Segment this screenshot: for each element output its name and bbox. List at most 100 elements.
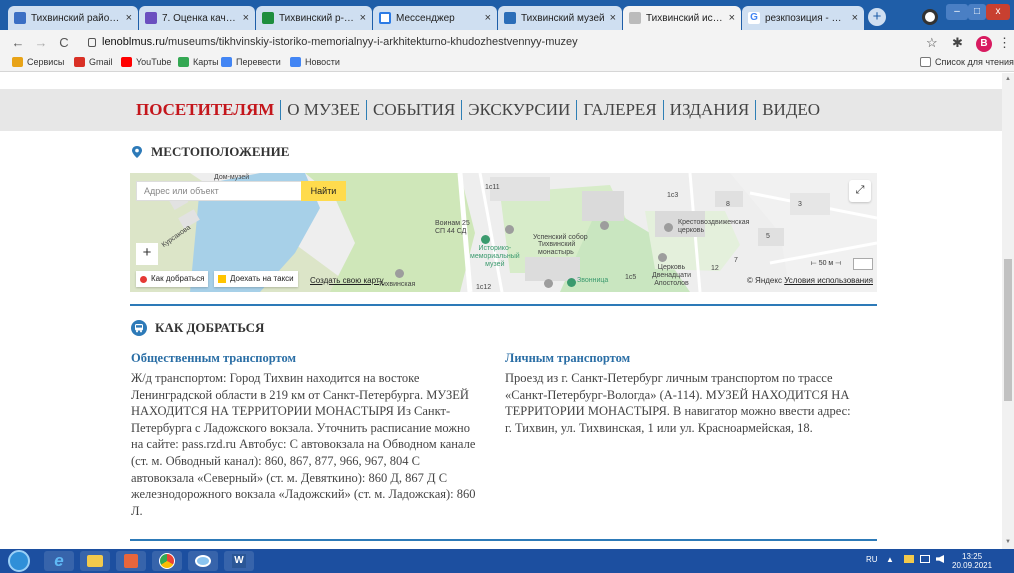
- museum-marker-icon[interactable]: [567, 278, 576, 287]
- explorer-folder-icon[interactable]: [80, 551, 110, 571]
- create-map-link[interactable]: Создать свою карту: [310, 276, 384, 285]
- bookmark-services[interactable]: Сервисы: [12, 57, 64, 67]
- private-transport-title: Личным транспортом: [505, 351, 631, 365]
- tab-4[interactable]: Мессенджер ×: [373, 6, 497, 30]
- ie-glyph: e: [54, 551, 64, 570]
- minimize-button[interactable]: –: [946, 4, 968, 20]
- tab-2[interactable]: 7. Оценка качества о ×: [139, 6, 255, 30]
- route-pin-icon: [140, 275, 147, 283]
- church-marker-icon[interactable]: [395, 269, 404, 278]
- forward-arrow-icon[interactable]: →: [33, 35, 49, 50]
- word-icon[interactable]: W: [224, 551, 254, 571]
- close-icon[interactable]: ×: [126, 12, 132, 24]
- menu-item-excursions[interactable]: ЭКСКУРСИИ: [462, 100, 576, 120]
- tab-5[interactable]: Тихвинский музей ×: [498, 6, 622, 30]
- bookmark-gmail[interactable]: Gmail: [74, 57, 113, 67]
- profile-icon[interactable]: [922, 9, 938, 25]
- ie-icon[interactable]: e: [44, 551, 74, 571]
- tab-label: Тихвинский район –: [31, 12, 122, 24]
- vk-favicon-icon: [504, 12, 516, 24]
- address-bar[interactable]: lenoblmus.ru/museums/tikhvinskiy-istorik…: [102, 36, 578, 48]
- church-marker-icon[interactable]: [505, 225, 514, 234]
- maximize-button[interactable]: □: [968, 4, 986, 20]
- route-button[interactable]: Как добраться: [136, 271, 209, 287]
- start-button[interactable]: [8, 550, 30, 572]
- bookmark-youtube[interactable]: YouTube: [121, 57, 171, 67]
- messenger-glyph: [195, 555, 211, 567]
- map-label: Воинам 25 СП 44 СД: [435, 220, 470, 235]
- scroll-down-icon[interactable]: ▼: [1005, 539, 1011, 545]
- menu-item-about[interactable]: О МУЗЕЕ: [281, 100, 366, 120]
- tab-label: Тихвинский музей: [521, 12, 605, 24]
- museum-marker-icon[interactable]: [481, 235, 490, 244]
- yandex-map[interactable]: Дом-музей Курсакова Воинам 25 СП 44 СД У…: [130, 173, 877, 292]
- reading-list-button[interactable]: Список для чтения: [920, 57, 1014, 67]
- flag-icon[interactable]: [904, 555, 914, 563]
- map-label: Тихвинский монастырь: [538, 241, 576, 256]
- tab-1[interactable]: Тихвинский район – ×: [8, 6, 138, 30]
- map-zoom-in-button[interactable]: +: [136, 243, 158, 265]
- close-icon[interactable]: ×: [243, 12, 249, 24]
- map-label: 8: [726, 201, 730, 208]
- menu-item-visitors[interactable]: ПОСЕТИТЕЛЯМ: [136, 100, 280, 120]
- tab-7[interactable]: G резкпозиция - Поиск ×: [742, 6, 864, 30]
- bookmark-translate[interactable]: Перевести: [221, 57, 281, 67]
- outlook-icon[interactable]: [116, 551, 146, 571]
- close-icon[interactable]: ×: [852, 12, 858, 24]
- url-host: lenoblmus.ru: [102, 36, 165, 48]
- map-label: 1с11: [485, 184, 500, 191]
- church-marker-icon[interactable]: [664, 223, 673, 232]
- language-indicator[interactable]: RU: [866, 555, 878, 564]
- scroll-up-icon[interactable]: ▲: [1005, 76, 1011, 82]
- map-label: 1с12: [476, 284, 492, 291]
- map-find-button[interactable]: Найти: [301, 181, 346, 201]
- scrollbar-thumb[interactable]: [1004, 259, 1012, 401]
- taxi-button[interactable]: Доехать на такси: [214, 271, 298, 287]
- ruler-icon[interactable]: [853, 258, 873, 270]
- close-window-button[interactable]: x: [986, 4, 1010, 20]
- bookmark-label: Gmail: [89, 57, 113, 67]
- extensions-icon[interactable]: ✱: [952, 35, 963, 51]
- menu-icon[interactable]: ⋮: [998, 35, 1011, 51]
- bus-icon: [131, 320, 147, 336]
- reload-icon[interactable]: C: [56, 35, 72, 50]
- menu-item-video[interactable]: ВИДЕО: [756, 100, 826, 120]
- map-label: 12: [711, 265, 719, 272]
- volume-icon[interactable]: [936, 555, 944, 563]
- bookmark-maps[interactable]: Карты: [178, 57, 219, 67]
- tab-3[interactable]: Тихвинский р-н.xlsx – ×: [256, 6, 372, 30]
- bookmark-news[interactable]: Новости: [290, 57, 340, 67]
- back-arrow-icon[interactable]: ←: [10, 35, 26, 50]
- screen: Тихвинский район – × 7. Оценка качества …: [0, 0, 1014, 573]
- messenger-icon[interactable]: [188, 551, 218, 571]
- profile-avatar[interactable]: B: [976, 36, 992, 52]
- reading-list-label: Список для чтения: [935, 57, 1014, 67]
- expand-icon[interactable]: ⤢: [849, 180, 871, 202]
- clock-date: 20.09.2021: [952, 561, 993, 570]
- windows-taskbar: e W RU ▲ 13:25 20.09.2021: [0, 549, 1014, 573]
- lock-icon[interactable]: [88, 38, 96, 47]
- church-marker-icon[interactable]: [658, 253, 667, 262]
- public-transport-title: Общественным транспортом: [131, 351, 297, 365]
- chrome-icon[interactable]: [152, 551, 182, 571]
- tray-expand-icon[interactable]: ▲: [886, 555, 894, 564]
- terms-link[interactable]: Условия использования: [784, 276, 873, 285]
- network-icon[interactable]: [920, 555, 930, 563]
- taskbar-clock[interactable]: 13:25 20.09.2021: [952, 552, 992, 570]
- close-icon[interactable]: ×: [485, 12, 491, 24]
- bookmark-label: Сервисы: [27, 57, 65, 67]
- tab-label: резкпозиция - Поиск: [765, 12, 848, 24]
- menu-item-gallery[interactable]: ГАЛЕРЕЯ: [577, 100, 662, 120]
- map-label: Крестовоздвиженская церковь: [678, 219, 750, 234]
- page-scrollbar[interactable]: ▲ ▼: [1002, 73, 1014, 549]
- close-icon[interactable]: ×: [729, 12, 735, 24]
- close-icon[interactable]: ×: [360, 12, 366, 24]
- menu-item-publications[interactable]: ИЗДАНИЯ: [664, 100, 756, 120]
- menu-item-events[interactable]: СОБЫТИЯ: [367, 100, 461, 120]
- bookmark-star-icon[interactable]: ☆: [926, 35, 938, 51]
- church-marker-icon[interactable]: [544, 279, 553, 288]
- tab-active[interactable]: Тихвинский историко ×: [623, 6, 741, 30]
- new-tab-button[interactable]: +: [868, 8, 886, 26]
- church-marker-icon[interactable]: [600, 221, 609, 230]
- close-icon[interactable]: ×: [610, 12, 616, 24]
